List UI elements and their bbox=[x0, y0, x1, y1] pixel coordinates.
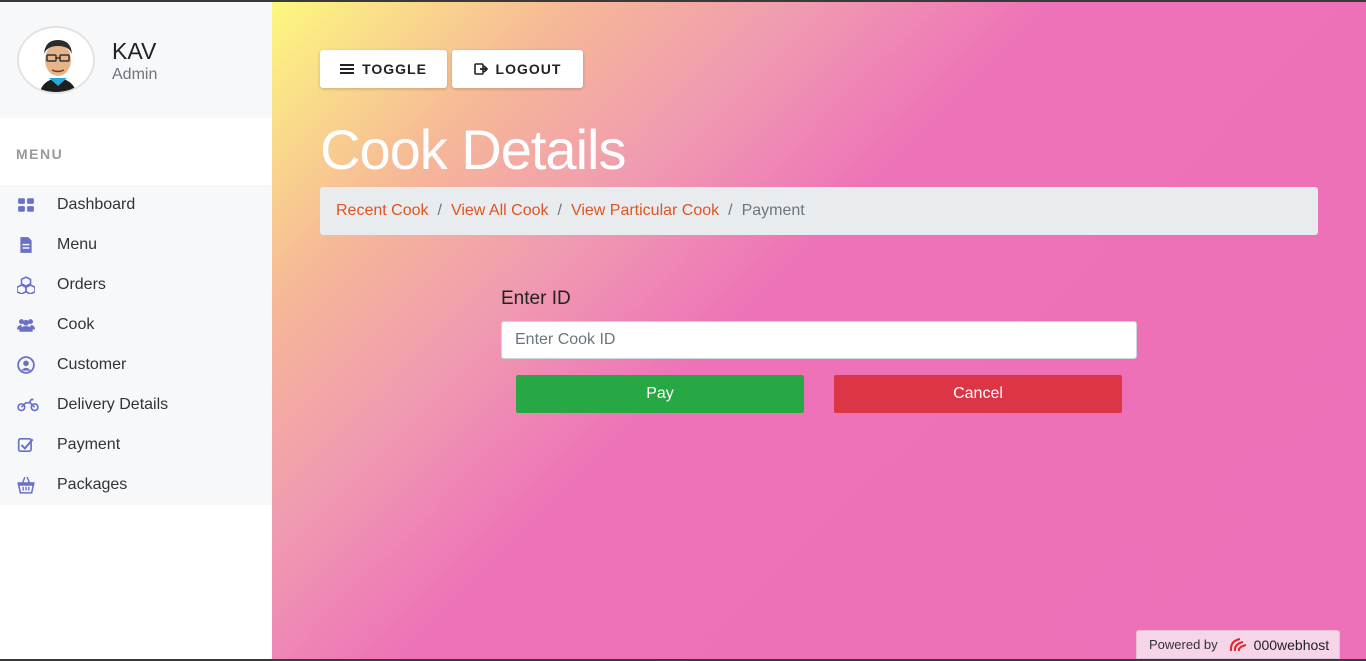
toggle-label: TOGGLE bbox=[362, 61, 427, 77]
webhost-logo-icon bbox=[1229, 637, 1246, 651]
sidebar-item-label: Orders bbox=[57, 276, 106, 293]
toggle-button[interactable]: TOGGLE bbox=[320, 50, 447, 88]
profile-card: KAV Admin bbox=[0, 2, 272, 118]
motorcycle-icon bbox=[0, 396, 57, 414]
sidebar-item-label: Delivery Details bbox=[57, 396, 169, 413]
menu-heading: MENU bbox=[0, 118, 272, 185]
sidebar: KAV Admin MENU Dashboard Menu Orders Coo… bbox=[0, 2, 272, 659]
breadcrumb-separator: / bbox=[557, 202, 562, 219]
users-icon bbox=[0, 316, 57, 334]
sidebar-item-cook[interactable]: Cook bbox=[0, 305, 272, 345]
basket-icon bbox=[0, 476, 57, 494]
avatar[interactable] bbox=[17, 26, 95, 94]
hamburger-icon bbox=[340, 64, 355, 74]
sidebar-nav: Dashboard Menu Orders Cook Customer Deli… bbox=[0, 185, 272, 505]
document-icon bbox=[0, 236, 57, 254]
sidebar-item-label: Cook bbox=[57, 316, 95, 333]
breadcrumb-view-particular-cook[interactable]: View Particular Cook bbox=[571, 202, 719, 220]
sidebar-item-customer[interactable]: Customer bbox=[0, 345, 272, 385]
sign-out-icon bbox=[473, 63, 488, 75]
breadcrumb-recent-cook[interactable]: Recent Cook bbox=[336, 202, 429, 220]
profile-role: Admin bbox=[112, 66, 158, 83]
sidebar-item-label: Menu bbox=[57, 236, 98, 253]
breadcrumb-separator: / bbox=[728, 202, 733, 219]
sidebar-item-label: Customer bbox=[57, 356, 127, 373]
sidebar-item-dashboard[interactable]: Dashboard bbox=[0, 185, 272, 225]
sidebar-item-orders[interactable]: Orders bbox=[0, 265, 272, 305]
cubes-icon bbox=[0, 276, 57, 294]
sidebar-item-delivery-details[interactable]: Delivery Details bbox=[0, 385, 272, 425]
pay-button[interactable]: Pay bbox=[516, 375, 804, 413]
logout-label: LOGOUT bbox=[495, 61, 562, 77]
breadcrumb: Recent Cook / View All Cook / View Parti… bbox=[320, 187, 1318, 235]
page-title: Cook Details bbox=[320, 118, 626, 181]
logout-button[interactable]: LOGOUT bbox=[452, 50, 583, 88]
sidebar-item-payment[interactable]: Payment bbox=[0, 425, 272, 465]
breadcrumb-separator: / bbox=[437, 202, 442, 219]
sidebar-item-packages[interactable]: Packages bbox=[0, 465, 272, 505]
powered-by-badge[interactable]: Powered by 000webhost bbox=[1136, 630, 1340, 659]
sidebar-item-label: Packages bbox=[57, 476, 128, 493]
user-circle-icon bbox=[0, 356, 57, 374]
cook-id-input[interactable] bbox=[501, 321, 1137, 359]
breadcrumb-view-all-cook[interactable]: View All Cook bbox=[451, 202, 549, 220]
breadcrumb-current: Payment bbox=[741, 202, 805, 219]
enter-id-label: Enter ID bbox=[501, 288, 571, 309]
profile-name: KAV bbox=[112, 38, 157, 64]
powered-by-brand: 000webhost bbox=[1253, 636, 1330, 653]
cancel-button[interactable]: Cancel bbox=[834, 375, 1122, 413]
sidebar-item-menu[interactable]: Menu bbox=[0, 225, 272, 265]
sidebar-item-label: Dashboard bbox=[57, 196, 136, 213]
powered-by-text: Powered by bbox=[1149, 637, 1218, 652]
main-content: TOGGLE LOGOUT Cook Details Recent Cook /… bbox=[272, 2, 1366, 659]
sidebar-item-label: Payment bbox=[57, 436, 121, 453]
check-square-icon bbox=[0, 436, 57, 454]
dashboard-icon bbox=[0, 196, 57, 214]
